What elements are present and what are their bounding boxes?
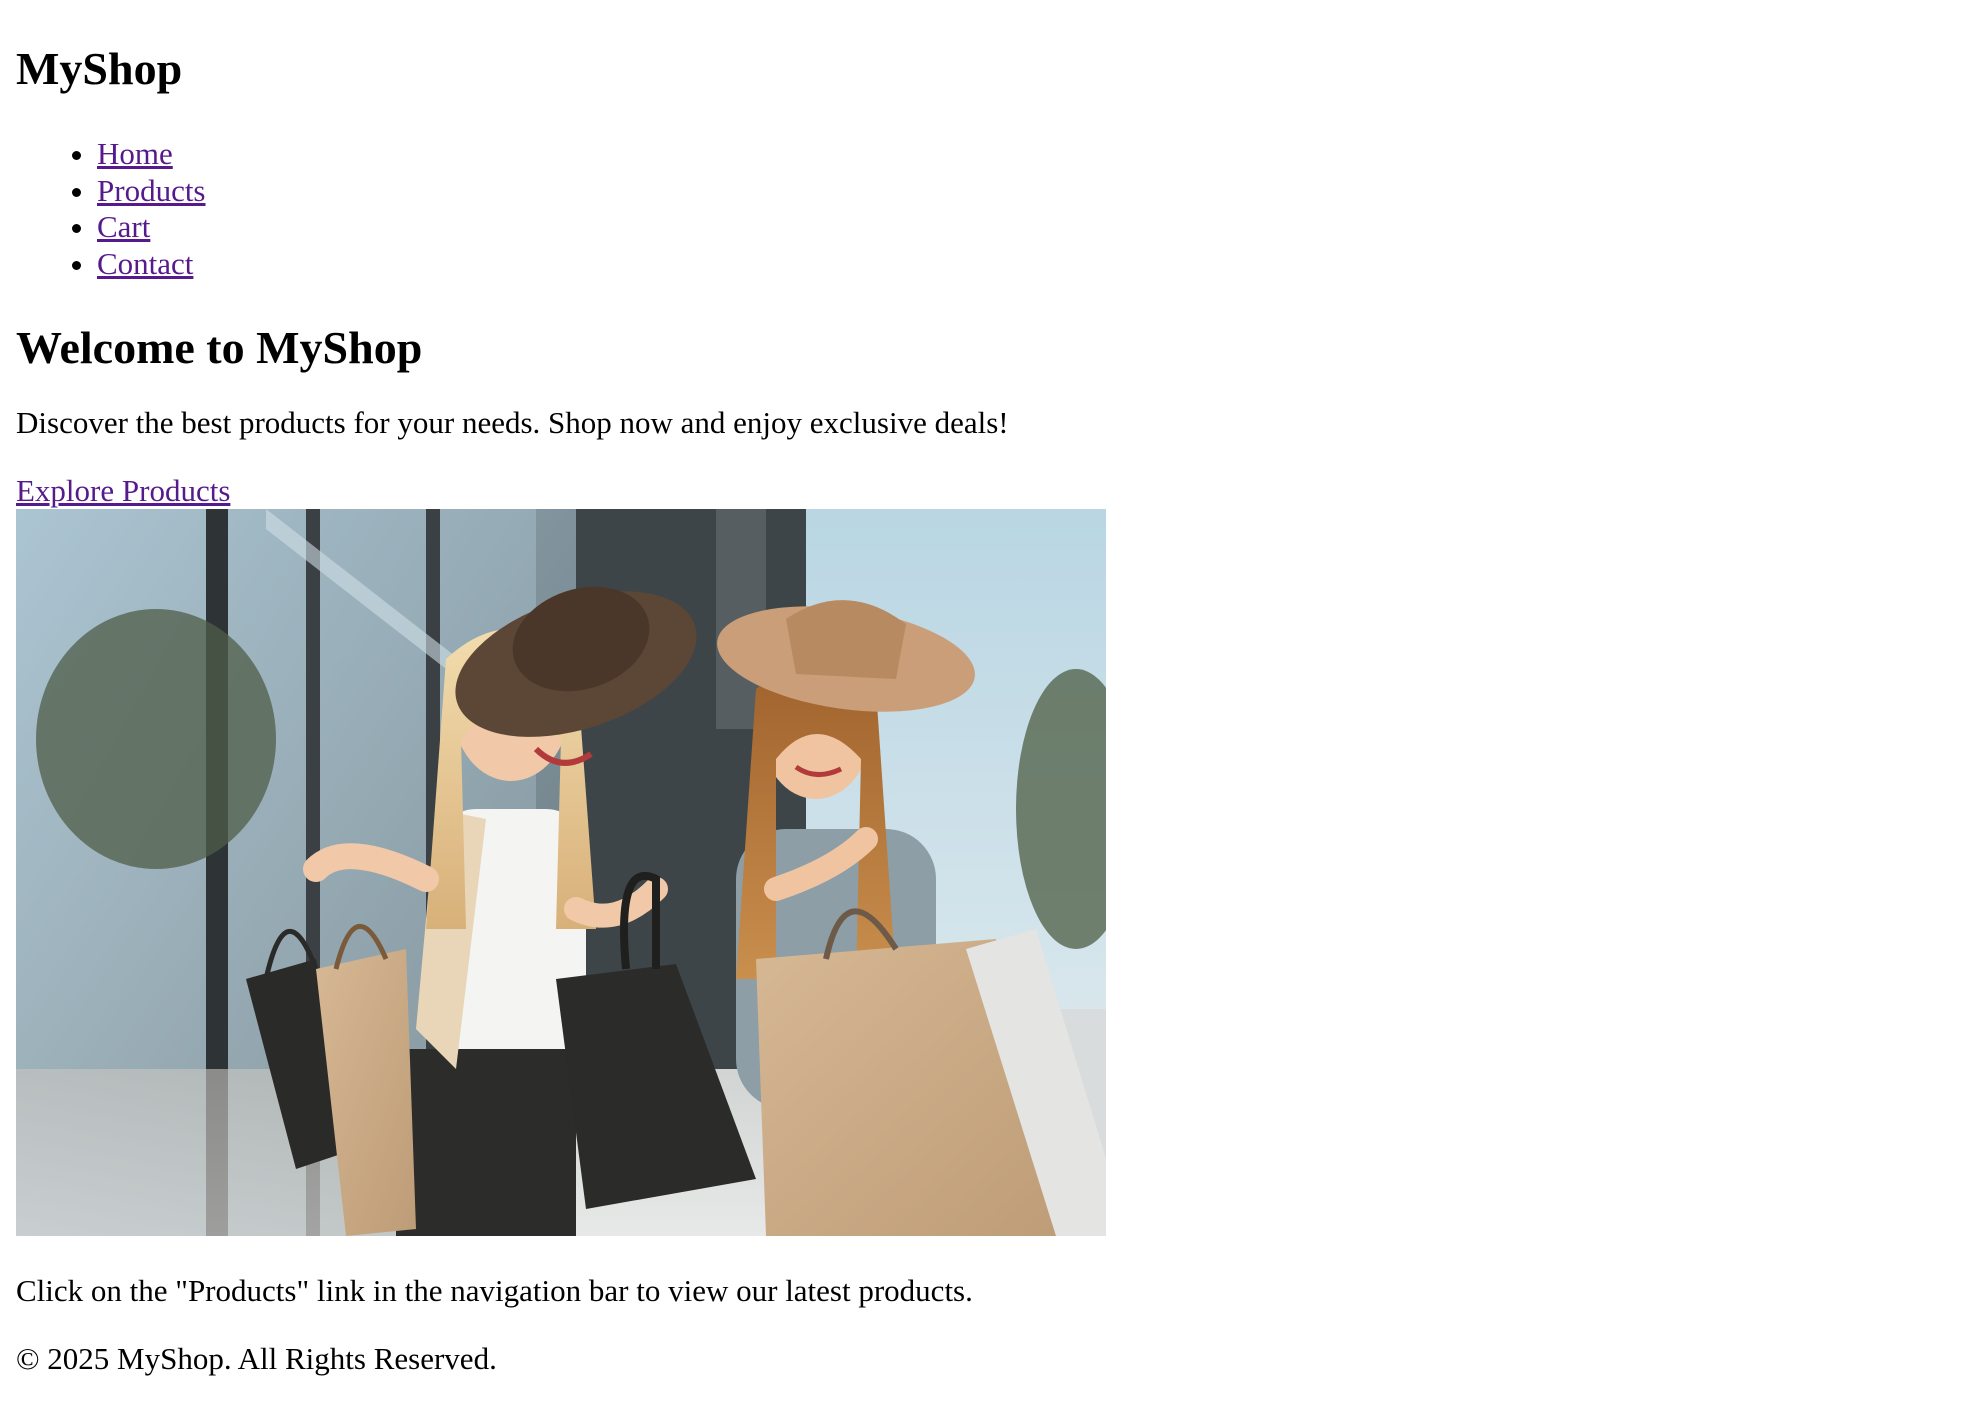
page: MyShop Home Products Cart Contact Welcom… [16,0,1956,1377]
products-hint-text: Click on the "Products" link in the navi… [16,1273,973,1308]
nav-item-products: Products [97,173,1956,210]
footer-copyright: © 2025 MyShop. All Rights Reserved. [16,1341,497,1376]
nav-link-contact[interactable]: Contact [97,246,193,281]
site-title: MyShop [16,43,183,94]
cta-wrapper: Explore Products [16,473,1956,509]
hero-image [16,509,1106,1236]
nav-item-cart: Cart [97,209,1956,246]
nav-list: Home Products Cart Contact [16,136,1956,282]
nav-link-products[interactable]: Products [97,173,206,208]
navigation-bar: Home Products Cart Contact [16,136,1956,282]
explore-products-link[interactable]: Explore Products [16,473,230,508]
hero-title: Welcome to MyShop [16,322,423,373]
hero-text: Discover the best products for your need… [16,405,1009,440]
nav-link-cart[interactable]: Cart [97,209,150,244]
nav-item-contact: Contact [97,246,1956,283]
nav-link-home[interactable]: Home [97,136,173,171]
nav-item-home: Home [97,136,1956,173]
